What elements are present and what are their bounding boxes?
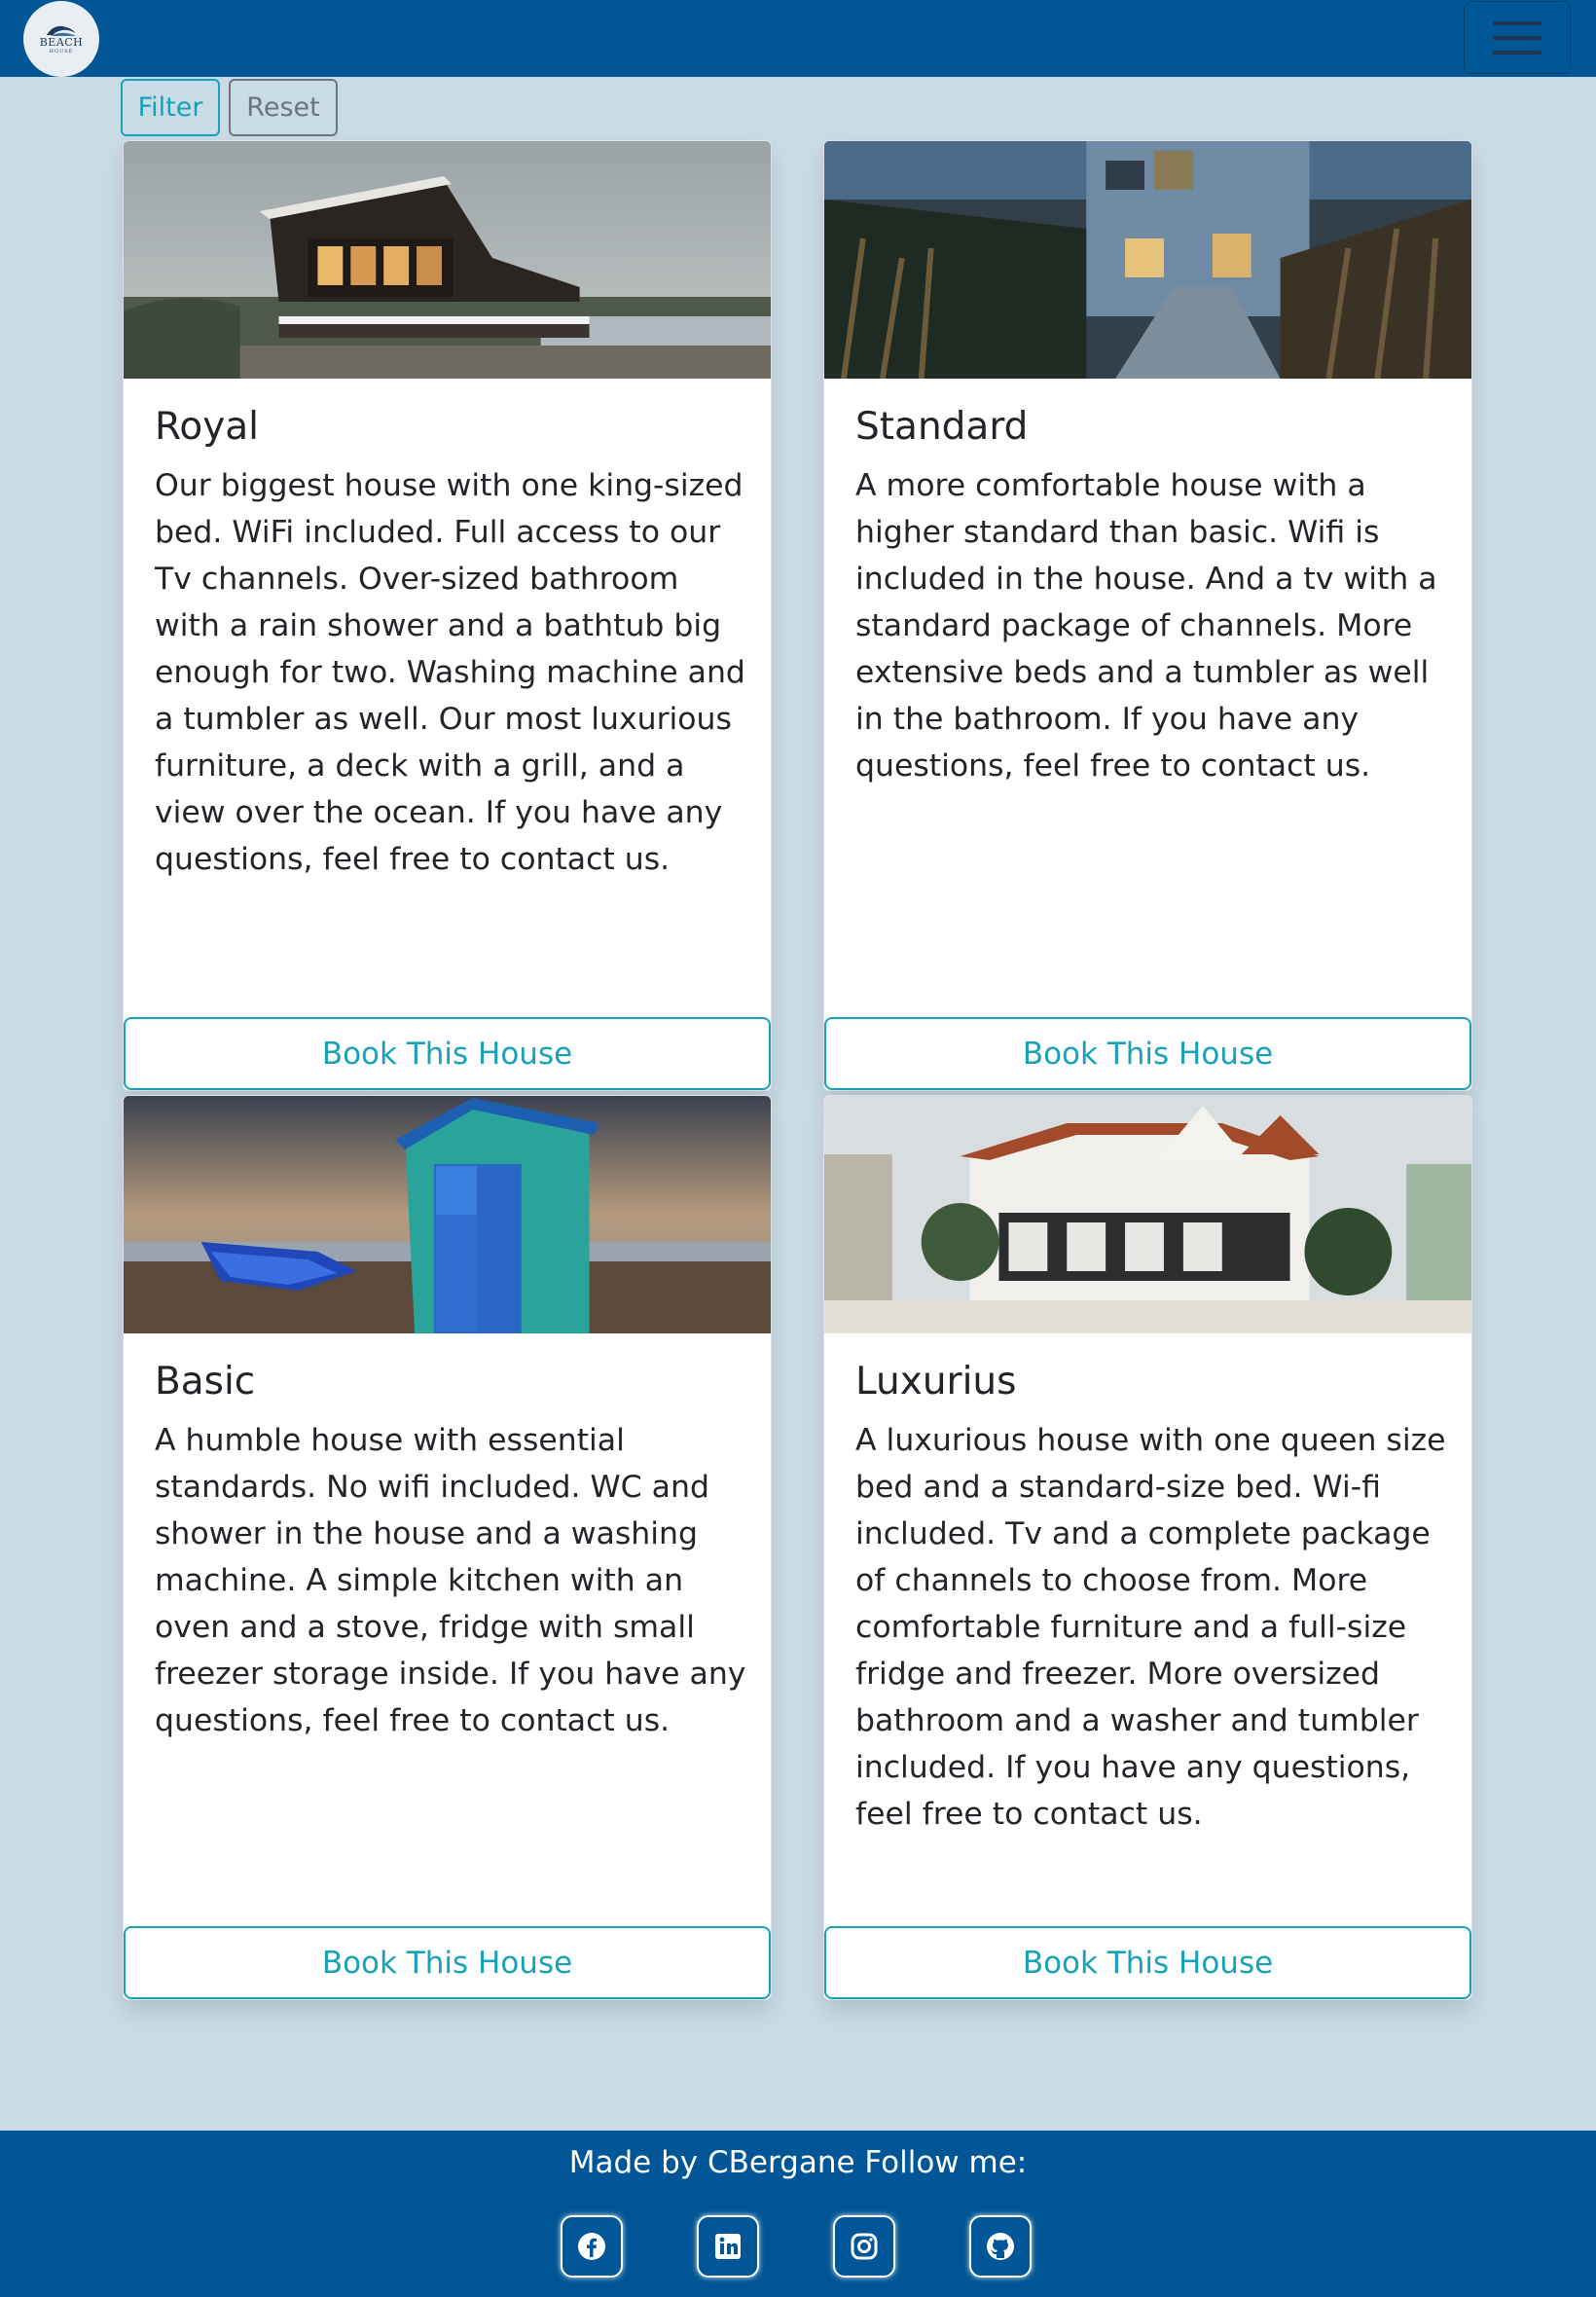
linkedin-icon [715,2234,741,2259]
filter-button[interactable]: Filter [121,79,220,136]
beach-house-logo[interactable]: BEACH HOUSE [23,1,99,77]
house-photo-standard [824,141,1471,379]
house-title: Royal [155,405,260,449]
facebook-link[interactable] [561,2215,623,2278]
house-photo-royal [124,141,771,379]
house-description: Our biggest house with one king-sized be… [155,468,745,877]
facebook-icon [578,2233,605,2260]
house-description: A more comfortable house with a higher s… [855,468,1437,784]
house-card-luxurius: Luxurius A luxurious house with one quee… [823,1095,1472,2000]
book-house-button[interactable]: Book This House [824,1017,1471,1090]
instagram-icon [851,2233,878,2260]
hamburger-menu-icon [1493,20,1542,25]
hamburger-menu-icon [1493,50,1542,55]
logo-text: BEACH [39,36,84,49]
github-icon [987,2233,1014,2260]
house-title: Basic [155,1360,256,1404]
house-description: A luxurious house with one queen size be… [855,1423,1446,1832]
instagram-link[interactable] [833,2215,895,2278]
house-card-standard: Standard A more comfortable house with a… [823,140,1472,1091]
book-house-button[interactable]: Book This House [124,1926,771,1999]
house-title: Standard [855,405,1029,449]
house-card-royal: Royal Our biggest house with one king-si… [123,140,772,1091]
footer-credit: Made by CBergane Follow me: [568,2145,1028,2180]
house-description: A humble house with essential standards.… [155,1423,746,1738]
navbar-toggle-button[interactable] [1464,1,1571,74]
house-photo-luxurius [824,1096,1471,1333]
linkedin-link[interactable] [697,2215,759,2278]
wave-logo-icon [47,25,76,36]
logo-subtext: HOUSE [49,49,74,55]
hamburger-menu-icon [1493,35,1542,40]
book-house-button[interactable]: Book This House [824,1926,1471,1999]
house-card-basic: Basic A humble house with essential stan… [123,1095,772,2000]
github-link[interactable] [969,2215,1032,2278]
reset-button[interactable]: Reset [229,79,338,136]
book-house-button[interactable]: Book This House [124,1017,771,1090]
footer: Made by CBergane Follow me: [0,2131,1596,2297]
house-title: Luxurius [855,1360,1017,1404]
navbar: BEACH HOUSE [0,0,1596,77]
house-photo-basic [124,1096,771,1333]
